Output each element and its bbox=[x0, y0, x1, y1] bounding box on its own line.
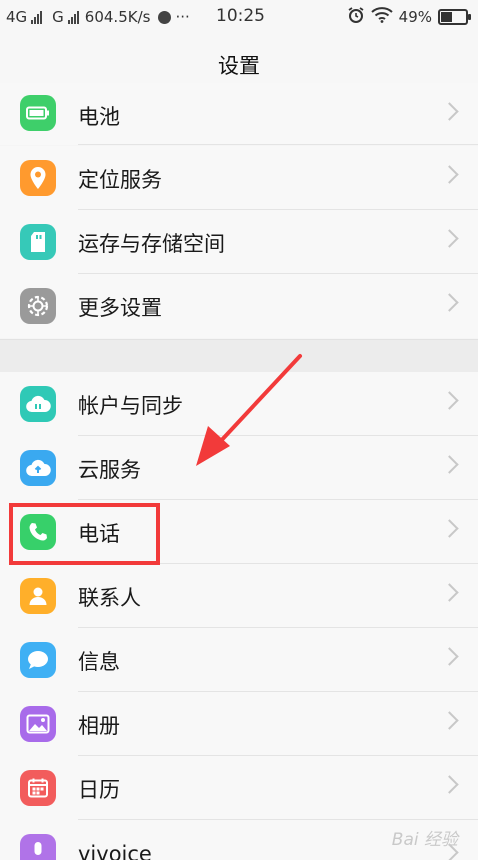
annotation-arrow bbox=[196, 354, 302, 466]
watermark: Bai 经验 bbox=[391, 830, 458, 850]
